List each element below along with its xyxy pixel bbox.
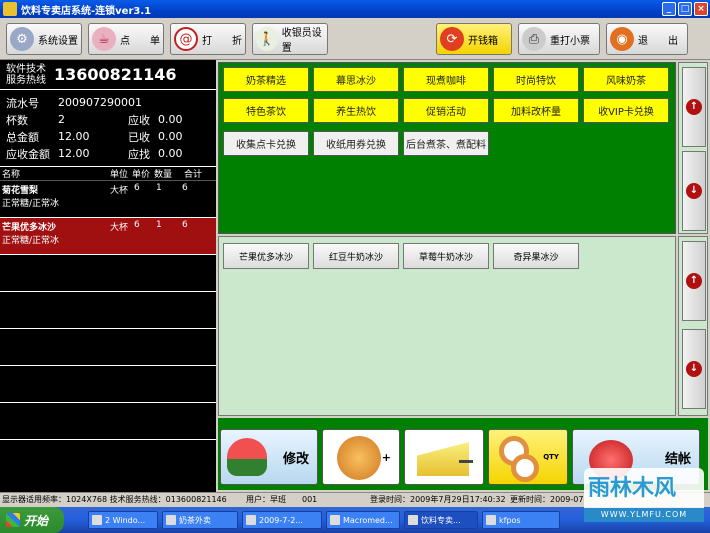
modify-button[interactable]: 修改 <box>220 429 318 485</box>
category-button[interactable]: 加料改杯量 <box>493 98 579 123</box>
category-button[interactable]: 收VIP卡兑换 <box>583 98 669 123</box>
arrow-up-icon: ↑ <box>686 99 702 115</box>
category-button[interactable]: 风味奶茶 <box>583 67 669 92</box>
document-icon <box>246 515 256 525</box>
swirl-icon: @ <box>174 27 198 51</box>
status-update-time: 更新时间：2009-07 <box>510 495 584 504</box>
taskbar-item[interactable]: kfpos <box>482 511 560 529</box>
due-amount: 12.00 <box>58 147 90 160</box>
watermelon-icon <box>227 438 267 476</box>
order-item-selected[interactable]: 芒果优多冰沙 正常糖/正常冰 大杯 6 1 6 <box>0 218 216 255</box>
product-scroll-down-button[interactable]: ↓ <box>682 329 706 409</box>
empty-row[interactable] <box>0 366 216 403</box>
cashier-settings-button[interactable]: 🚶 收银员设置 <box>252 23 328 55</box>
bread-icon <box>337 436 381 480</box>
category-button[interactable]: 促销活动 <box>403 98 489 123</box>
order-button[interactable]: ☕ 点 单 <box>88 23 164 55</box>
category-button[interactable]: 特色茶饮 <box>223 98 309 123</box>
cake-button[interactable] <box>404 429 484 485</box>
category-button[interactable]: 后台煮茶、煮配料 <box>403 131 489 156</box>
product-button[interactable]: 草莓牛奶冰沙 <box>403 243 489 269</box>
taskbar-item[interactable]: Macromed... <box>326 511 400 529</box>
order-item[interactable]: 菊花雪梨 正常糖/正常冰 大杯 6 1 6 <box>0 181 216 218</box>
order-panel: 软件技术服务热线 13600821146 流水号 200907290001 杯数… <box>0 60 216 492</box>
app-icon <box>408 515 418 525</box>
category-button[interactable]: 幕思冰沙 <box>313 67 399 92</box>
app-icon <box>486 515 496 525</box>
arrow-up-icon: ↑ <box>686 273 702 289</box>
title-bar: 饮料专卖店系统-连锁ver3.1 _ □ × <box>0 0 710 18</box>
start-button[interactable]: 开始 <box>0 507 64 533</box>
category-button[interactable]: 时尚特饮 <box>493 67 579 92</box>
arrow-down-icon: ↓ <box>686 361 702 377</box>
window-title: 饮料专卖店系统-连锁ver3.1 <box>21 5 152 17</box>
status-resolution: 显示器适用频率：1024X768 技术服务热线：013600821146 <box>2 495 227 504</box>
folder-icon <box>92 515 102 525</box>
category-button[interactable]: 收集点卡兑换 <box>223 131 309 156</box>
maximize-button[interactable]: □ <box>678 2 692 16</box>
gear-icon: ⚙ <box>10 27 34 51</box>
product-scroll: ↑ ↓ <box>678 236 708 416</box>
cash-drawer-icon: ⟳ <box>440 27 464 51</box>
taskbar-item-active[interactable]: 饮料专卖... <box>404 511 478 529</box>
cup-count: 2 <box>58 113 65 126</box>
empty-row[interactable] <box>0 292 216 329</box>
cake-icon <box>417 442 469 476</box>
watermark-logo: 雨林木风 WWW.YLMFU.COM <box>582 468 706 526</box>
category-button[interactable]: 奶茶精选 <box>223 67 309 92</box>
order-summary: 流水号 200907290001 杯数 2 应收 0.00 总金额 12.00 … <box>0 90 216 167</box>
serial-number: 200907290001 <box>58 96 142 109</box>
open-drawer-button[interactable]: ⟳ 开钱箱 <box>436 23 512 55</box>
category-scroll-up-button[interactable]: ↑ <box>682 67 706 147</box>
empty-row[interactable] <box>0 255 216 292</box>
toolbar: ⚙ 系统设置 ☕ 点 单 @ 打 折 🚶 收银员设置 ⟳ 开钱箱 ⎙ 重打小票 … <box>0 18 710 60</box>
category-button[interactable]: 收纸用券兑换 <box>313 131 399 156</box>
items-header: 名称 单位 单价 数量 合计 <box>0 167 216 181</box>
empty-row[interactable] <box>0 329 216 366</box>
total-amount: 12.00 <box>58 130 90 143</box>
reprint-button[interactable]: ⎙ 重打小票 <box>518 23 600 55</box>
status-user: 用户：早班 001 <box>246 495 318 504</box>
arrow-down-icon: ↓ <box>686 183 702 199</box>
category-scroll-down-button[interactable]: ↓ <box>682 151 706 231</box>
exit-button[interactable]: ◉ 退 出 <box>606 23 688 55</box>
category-scroll: ↑ ↓ <box>678 62 708 234</box>
macromedia-icon <box>330 515 340 525</box>
product-panel: 芒果优多冰沙 红豆牛奶冰沙 草莓牛奶冰沙 奇异果冰沙 <box>218 236 676 416</box>
person-walking-icon: 🚶 <box>256 27 278 51</box>
taskbar-item[interactable]: 2 Windo... <box>88 511 158 529</box>
quantity-button[interactable]: QTY <box>488 429 568 485</box>
product-scroll-up-button[interactable]: ↑ <box>682 241 706 321</box>
hotline: 软件技术服务热线 13600821146 <box>0 60 216 90</box>
minimize-button[interactable]: _ <box>662 2 676 16</box>
category-button[interactable]: 养生热饮 <box>313 98 399 123</box>
empty-row[interactable] <box>0 403 216 440</box>
category-button[interactable]: 现煮咖啡 <box>403 67 489 92</box>
taskbar-item[interactable]: 2009-7-2... <box>242 511 322 529</box>
app-icon <box>166 515 176 525</box>
app-icon <box>3 2 17 16</box>
product-button[interactable]: 红豆牛奶冰沙 <box>313 243 399 269</box>
windows-flag-icon <box>6 513 20 527</box>
taskbar-item[interactable]: 奶茶外卖 <box>162 511 238 529</box>
cup-icon: ☕ <box>92 27 116 51</box>
product-button[interactable]: 芒果优多冰沙 <box>223 243 309 269</box>
status-login-time: 登录时间：2009年7月29日17:40:32 <box>370 495 506 504</box>
settings-button[interactable]: ⚙ 系统设置 <box>6 23 82 55</box>
bread-button[interactable]: + <box>322 429 400 485</box>
discount-button[interactable]: @ 打 折 <box>170 23 246 55</box>
close-button[interactable]: × <box>694 2 708 16</box>
printer-icon: ⎙ <box>522 27 546 51</box>
product-button[interactable]: 奇异果冰沙 <box>493 243 579 269</box>
category-panel: 奶茶精选 幕思冰沙 现煮咖啡 时尚特饮 风味奶茶 特色茶饮 养生热饮 促销活动 … <box>218 62 676 234</box>
exit-icon: ◉ <box>610 27 634 51</box>
